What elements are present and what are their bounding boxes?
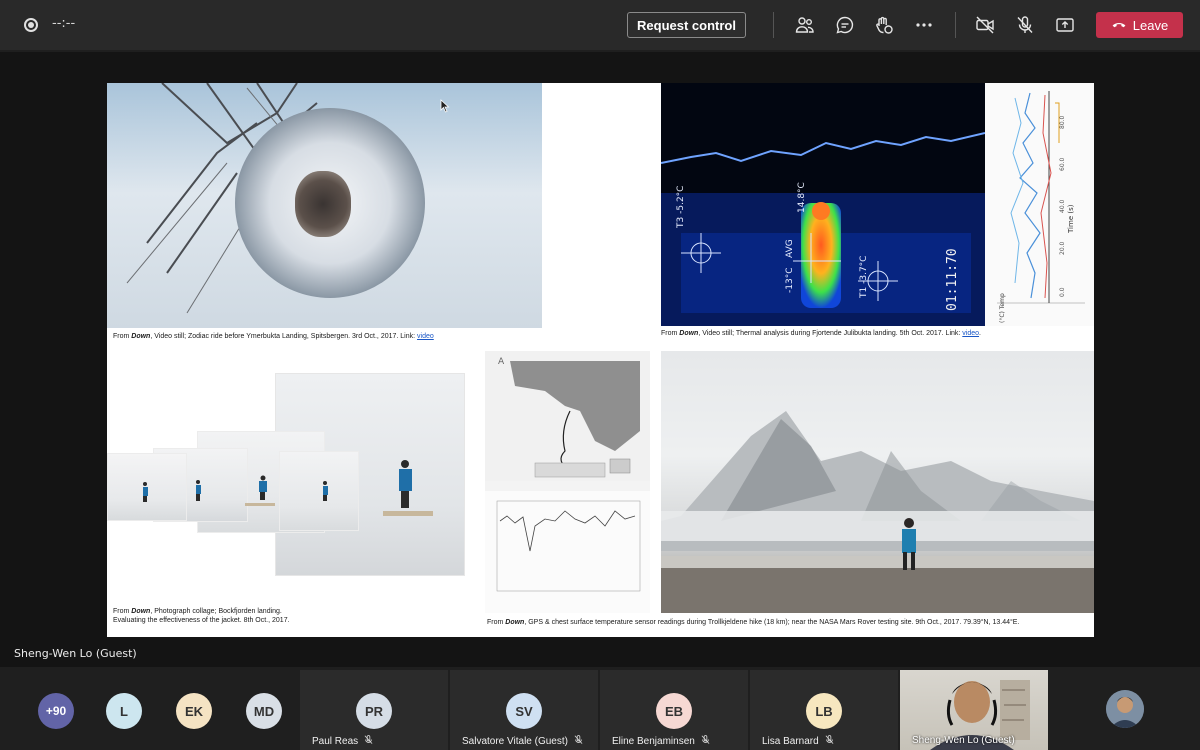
graph-tick: 20.0: [1059, 241, 1066, 255]
graph-tick: 60.0: [1059, 157, 1066, 171]
leave-label: Leave: [1132, 17, 1169, 33]
graph-tick: 40.0: [1059, 199, 1066, 213]
thermal-avg-label: AVG: [785, 239, 795, 258]
caption-collage: From Down, Photograph collage; Bockfjord…: [113, 608, 290, 624]
participant-name: Paul Reas: [312, 736, 359, 747]
thermal-t1-value: -3.7°C: [859, 255, 869, 284]
photograph-collage: [107, 351, 467, 606]
zodiac-boat-image: [295, 171, 351, 237]
mic-off-icon[interactable]: [1014, 14, 1036, 36]
participant-avatar[interactable]: L: [106, 693, 142, 729]
request-control-button[interactable]: Request control: [627, 12, 746, 38]
shared-screen-stage: From Down, Video still; Zodiac ride befo…: [0, 52, 1200, 667]
mountain-photograph: [661, 351, 1094, 613]
meeting-timer: --:--: [52, 16, 76, 31]
graph-tick: 80.0: [1059, 115, 1066, 129]
thermal-timecode: 01:11:70: [945, 248, 960, 311]
thermal-avg-high: 14.8°C: [797, 182, 807, 213]
mic-off-icon: [825, 735, 834, 744]
map-panel-label: A: [498, 357, 505, 367]
people-icon[interactable]: [794, 14, 816, 36]
record-icon: [24, 18, 38, 32]
thermal-t1-label: T1: [859, 286, 869, 298]
participant-video-sheng-wen-lo[interactable]: Sheng-Wen Lo (Guest): [900, 670, 1048, 750]
mic-off-icon: [364, 735, 373, 744]
participant-tile-eline-benjaminsen[interactable]: EB Eline Benjaminsen: [600, 670, 748, 750]
graph-temp-axis-label: (°C) Temp: [999, 293, 1006, 323]
participant-name: Sheng-Wen Lo (Guest): [912, 735, 1015, 746]
participant-tile-lisa-barnard[interactable]: LB Lisa Barnard: [750, 670, 898, 750]
caption-thermal: From Down, Video still; Thermal analysis…: [661, 330, 981, 337]
panorama-video-still: [107, 83, 542, 328]
graph-tick: 0.0: [1059, 287, 1066, 297]
overflow-participants-button[interactable]: +90: [38, 693, 74, 729]
mic-off-icon: [701, 735, 710, 744]
more-icon[interactable]: [913, 14, 935, 36]
graph-time-axis-label: Time (s): [1067, 204, 1075, 233]
phone-icon: [1112, 23, 1126, 28]
video-link[interactable]: video: [962, 330, 979, 337]
presentation-slide: From Down, Video still; Zodiac ride befo…: [107, 83, 1094, 637]
thermal-avg-low: -13°C: [785, 267, 795, 293]
participant-tile-salvatore-vitale[interactable]: SV Salvatore Vitale (Guest): [450, 670, 598, 750]
presenter-name-label: Sheng-Wen Lo (Guest): [14, 647, 137, 660]
participant-avatar[interactable]: EK: [176, 693, 212, 729]
sensor-graph-lines: [997, 91, 1085, 304]
collage-figures: [143, 460, 433, 516]
caption-gps: From Down, GPS & chest surface temperatu…: [487, 619, 1020, 626]
participant-name: Lisa Barnard: [762, 736, 819, 747]
gps-map-and-chart: A: [485, 351, 650, 613]
reactions-icon[interactable]: [873, 14, 895, 36]
thermal-t3-value: -5.2°C: [676, 185, 686, 214]
chat-icon[interactable]: [834, 14, 856, 36]
sensor-graph: Time (s) (°C) Temp 0.0 20.0 40.0 60.0 80…: [985, 83, 1094, 326]
gps-map-image: [485, 351, 650, 613]
mouse-cursor-icon: [440, 99, 450, 113]
meeting-toolbar: --:-- Request control Leave: [0, 0, 1200, 50]
participant-avatar[interactable]: MD: [246, 693, 282, 729]
participant-strip: +90 L EK MD PR Paul Reas SV Salvatore Vi…: [0, 670, 1200, 750]
thermal-video-still: T3 -5.2°C AVG 14.8°C -13°C T1 -3.7°C 01:…: [661, 83, 985, 326]
thermal-image: [661, 132, 985, 326]
thermal-t3-label: T3: [676, 216, 686, 228]
share-icon[interactable]: [1054, 14, 1076, 36]
toolbar-divider: [955, 12, 956, 38]
leave-button[interactable]: Leave: [1096, 12, 1183, 38]
mountain-landscape-image: [661, 411, 1094, 613]
video-link[interactable]: video: [417, 333, 434, 340]
participant-name: Eline Benjaminsen: [612, 736, 695, 747]
caption-panorama: From Down, Video still; Zodiac ride befo…: [113, 333, 434, 340]
participant-avatar: PR: [356, 693, 392, 729]
participant-avatar: EB: [656, 693, 692, 729]
participant-name: Salvatore Vitale (Guest): [462, 736, 568, 747]
participant-tile-paul-reas[interactable]: PR Paul Reas: [300, 670, 448, 750]
toolbar-divider: [773, 12, 774, 38]
mic-off-icon: [574, 735, 583, 744]
profile-photo-image: [1106, 690, 1144, 728]
camera-off-icon[interactable]: [974, 14, 996, 36]
participant-avatar: SV: [506, 693, 542, 729]
participant-avatar: LB: [806, 693, 842, 729]
self-view-avatar[interactable]: [1106, 690, 1144, 728]
